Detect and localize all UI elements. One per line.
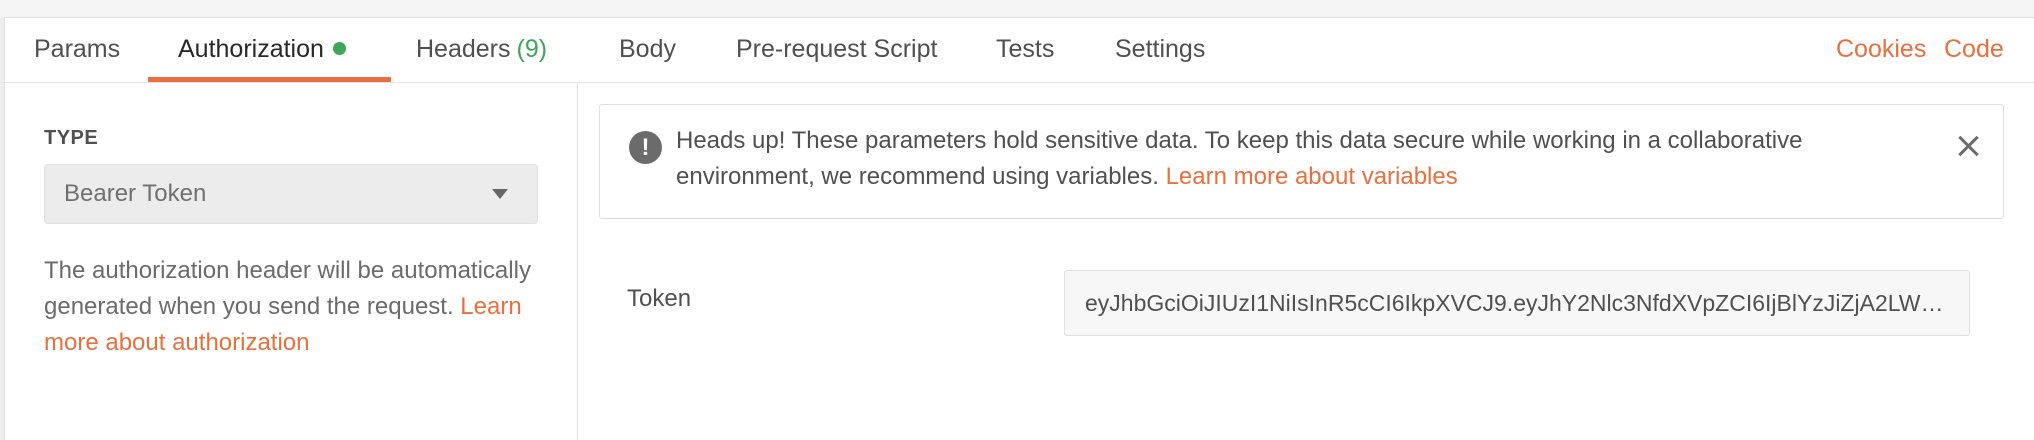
- tab-headers[interactable]: Headers (9): [416, 18, 547, 82]
- token-label: Token: [627, 285, 692, 312]
- auth-help-body: The authorization header will be automat…: [44, 257, 531, 320]
- type-label: TYPE: [44, 127, 99, 149]
- tab-authorization[interactable]: Authorization: [178, 18, 346, 82]
- top-toolbar-strip: [0, 0, 2034, 18]
- warning-icon: !: [629, 131, 662, 164]
- chevron-down-icon: [492, 189, 508, 199]
- request-tabs-bar: Params Authorization Headers (9) Body Pre…: [5, 18, 2034, 83]
- token-input[interactable]: [1064, 270, 1970, 336]
- tab-authorization-label: Authorization: [178, 35, 324, 63]
- code-link[interactable]: Code: [1944, 18, 2004, 82]
- tab-params[interactable]: Params: [34, 18, 120, 82]
- active-tab-underline: [148, 77, 391, 82]
- headers-count-badge: (9): [516, 35, 548, 63]
- status-dot-icon: [332, 41, 346, 55]
- close-icon[interactable]: [1953, 131, 1983, 161]
- sensitive-data-alert: ! Heads up! These parameters hold sensit…: [599, 104, 2004, 219]
- learn-more-variables-link[interactable]: Learn more about variables: [1166, 163, 1458, 190]
- tab-settings[interactable]: Settings: [1115, 18, 1205, 82]
- auth-type-select[interactable]: Bearer Token: [44, 164, 538, 224]
- auth-type-selected-value: Bearer Token: [64, 180, 207, 207]
- alert-message: Heads up! These parameters hold sensitiv…: [676, 123, 1906, 195]
- tab-tests[interactable]: Tests: [996, 18, 1054, 82]
- tab-body[interactable]: Body: [619, 18, 676, 82]
- auth-type-pane: TYPE Bearer Token The authorization head…: [5, 83, 578, 440]
- cookies-link[interactable]: Cookies: [1836, 18, 1926, 82]
- tab-headers-label: Headers: [416, 35, 511, 63]
- tab-pre-request-script[interactable]: Pre-request Script: [736, 18, 937, 82]
- auth-help-text: The authorization header will be automat…: [44, 253, 564, 361]
